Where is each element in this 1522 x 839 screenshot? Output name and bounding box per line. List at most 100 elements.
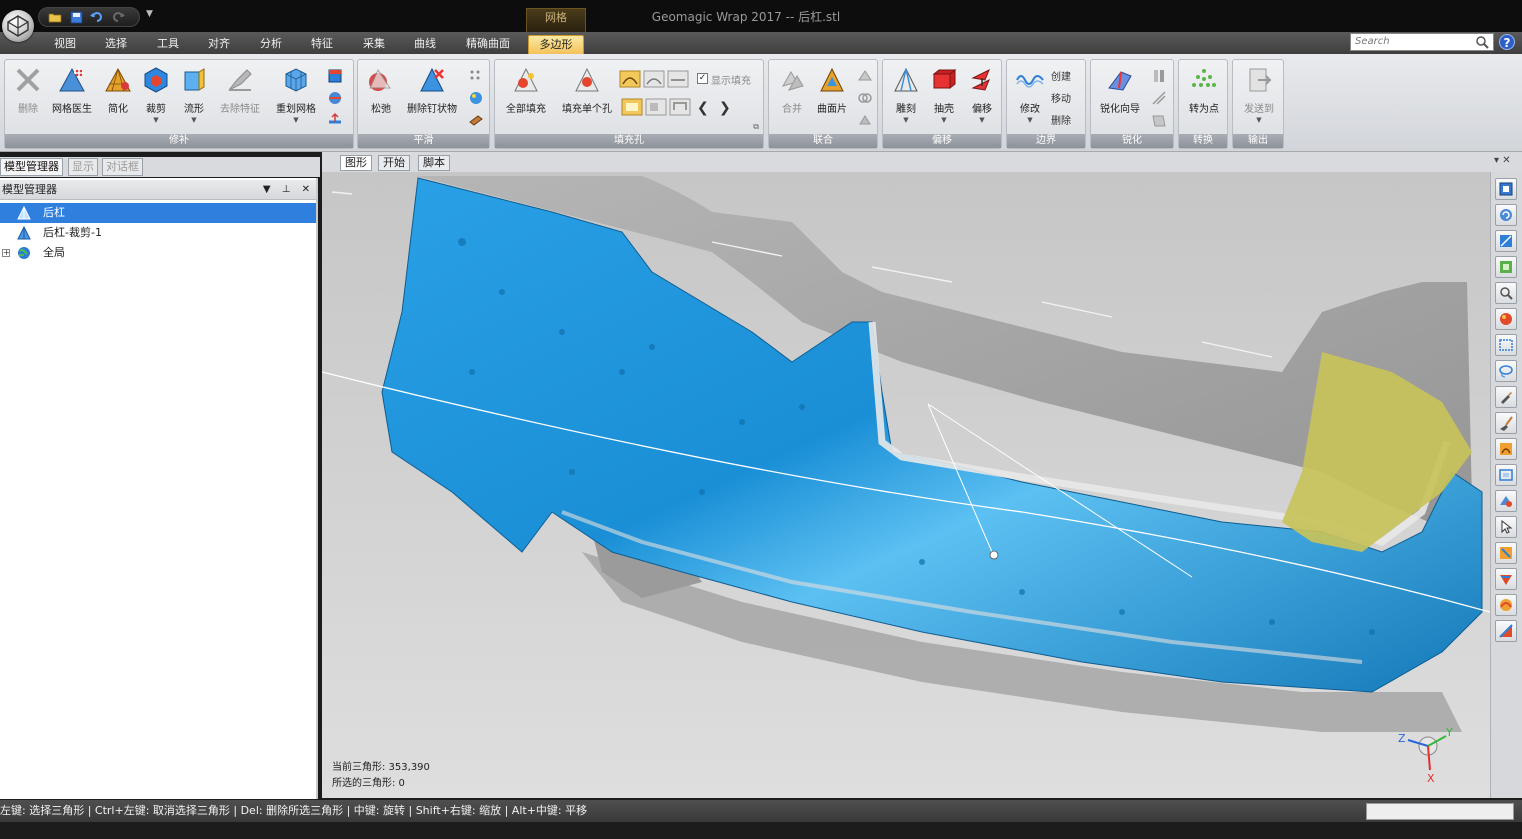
sharpen-multi-icon[interactable]: [1151, 112, 1167, 128]
select-connected-button[interactable]: [1495, 542, 1517, 564]
create-boundary-button[interactable]: 创建: [1051, 68, 1071, 83]
sharpen-extend-icon[interactable]: [1151, 68, 1167, 84]
tab-features[interactable]: 特征: [309, 35, 335, 54]
modify-boundary-dropdown-icon[interactable]: ▼: [1007, 116, 1053, 124]
surface-patch-button[interactable]: 曲面片: [809, 66, 855, 115]
zoom-button[interactable]: [1495, 282, 1517, 304]
tab-polygons[interactable]: 多边形: [528, 35, 584, 54]
fill-tangent-icon[interactable]: [643, 70, 665, 88]
normal-to-button[interactable]: [1495, 230, 1517, 252]
fill-dialog-launcher-icon[interactable]: ⧉: [753, 122, 759, 132]
offset-dropdown-icon[interactable]: ▼: [959, 116, 1005, 124]
tab-model-manager[interactable]: 模型管理器: [0, 158, 63, 176]
convert-to-points-button[interactable]: 转为点: [1181, 66, 1227, 115]
group-smooth-label: 平滑: [358, 134, 489, 148]
fill-flat-icon[interactable]: [667, 70, 689, 88]
tab-select[interactable]: 选择: [103, 35, 129, 54]
app-logo-button[interactable]: [2, 10, 34, 42]
fix-normals-icon[interactable]: [327, 112, 343, 128]
tree-item-bumper-trim[interactable]: 后杠-裁剪-1: [0, 223, 316, 243]
previous-hole-icon[interactable]: ❮: [697, 100, 709, 116]
sharpen-wizard-button[interactable]: 锐化向导: [1093, 66, 1147, 115]
select-through-button[interactable]: [1495, 464, 1517, 486]
fill-all-button[interactable]: 全部填充: [501, 66, 551, 115]
tab-graphics[interactable]: 图形: [340, 155, 372, 171]
relax-button[interactable]: 松弛: [358, 66, 404, 115]
fill-edge-icon[interactable]: [645, 98, 667, 116]
view-cube-button[interactable]: [1495, 178, 1517, 200]
lasso-select-button[interactable]: [1495, 360, 1517, 382]
tab-tools[interactable]: 工具: [155, 35, 181, 54]
rectangle-select-button[interactable]: [1495, 334, 1517, 356]
panel-menu-icon[interactable]: ▼: [263, 184, 271, 195]
graphics-viewport[interactable]: 当前三角形: 353,390 所选的三角形: 0 Z Y X: [322, 172, 1490, 798]
document-close-icon[interactable]: ▾ ✕: [1494, 155, 1511, 166]
select-backfaces-button[interactable]: [1495, 516, 1517, 538]
smooth-sphere-icon[interactable]: [468, 90, 484, 106]
fill-single-button[interactable]: 填充单个孔: [557, 66, 617, 115]
select-all-button[interactable]: [1495, 620, 1517, 642]
sandpaper-icon[interactable]: [468, 112, 484, 128]
fill-bridge-icon[interactable]: [669, 98, 691, 116]
tree-item-bumper[interactable]: 后杠: [0, 203, 316, 223]
offset-button[interactable]: 偏移 ▼: [959, 66, 1005, 124]
remesh-button[interactable]: 重划网格 ▼: [273, 66, 319, 124]
send-to-dropdown-icon[interactable]: ▼: [1236, 116, 1282, 124]
fit-view-button[interactable]: [1495, 256, 1517, 278]
fill-curvature-icon[interactable]: [619, 70, 641, 88]
custom-region-icon: [1500, 443, 1512, 455]
tab-view[interactable]: 视图: [52, 35, 78, 54]
paint-select-button[interactable]: [1495, 412, 1517, 434]
boolean-icon[interactable]: [857, 68, 873, 84]
tab-exact-surfacing[interactable]: 精确曲面: [464, 35, 512, 54]
rotate-view-button[interactable]: [1495, 204, 1517, 226]
brush-icon: [1501, 392, 1512, 404]
delete-boundary-button[interactable]: 删除: [1051, 112, 1071, 127]
tab-start[interactable]: 开始: [378, 155, 410, 171]
status-hint-text: 左键: 选择三角形 | Ctrl+左键: 取消选择三角形 | Del: 删除所选…: [0, 804, 588, 817]
next-hole-icon[interactable]: ❯: [719, 100, 731, 116]
pin-icon[interactable]: ⊥: [282, 184, 291, 195]
manifold-button[interactable]: 流形 ▼: [171, 66, 217, 124]
tab-align[interactable]: 对齐: [206, 35, 232, 54]
search-input[interactable]: Search: [1350, 33, 1494, 51]
move-boundary-button[interactable]: 移动: [1051, 90, 1071, 105]
tree-item-global[interactable]: + 全局: [0, 243, 316, 263]
tab-curves[interactable]: 曲线: [412, 35, 438, 54]
tab-script[interactable]: 脚本: [418, 155, 450, 171]
close-panel-icon[interactable]: ✕: [302, 184, 310, 195]
repair-sphere-icon[interactable]: [327, 90, 343, 106]
show-fill-checkbox[interactable]: ✓ 显示填充: [697, 72, 759, 88]
sharpen-split-icon[interactable]: [1151, 90, 1167, 106]
delete-button[interactable]: 删除: [5, 66, 51, 115]
smooth-dots-icon[interactable]: [468, 68, 484, 84]
select-by-curvature-button[interactable]: [1495, 594, 1517, 616]
stitch-icon[interactable]: [857, 90, 873, 106]
expand-icon[interactable]: +: [2, 249, 10, 257]
fill-box-icon[interactable]: [327, 68, 343, 84]
fill-complete-icon[interactable]: [621, 98, 643, 116]
select-connected-icon: [1500, 547, 1512, 559]
modify-boundary-button[interactable]: 修改 ▼: [1007, 66, 1053, 124]
remove-features-button[interactable]: 去除特征: [217, 66, 263, 115]
custom-region-button[interactable]: [1495, 438, 1517, 460]
manifold-dropdown-icon[interactable]: ▼: [171, 116, 217, 124]
tab-display[interactable]: 显示: [68, 158, 98, 176]
remesh-dropdown-icon[interactable]: ▼: [273, 116, 319, 124]
remove-spikes-button[interactable]: 删除钉状物: [404, 66, 460, 115]
lighting-button[interactable]: [1495, 308, 1517, 330]
help-icon[interactable]: ?: [1499, 34, 1515, 50]
select-by-angle-button[interactable]: [1495, 568, 1517, 590]
tab-capture[interactable]: 采集: [361, 35, 387, 54]
brush-select-button[interactable]: [1495, 386, 1517, 408]
search-icon[interactable]: [1476, 36, 1489, 49]
send-to-button[interactable]: 发送到 ▼: [1236, 66, 1282, 124]
sculpt-icon: [894, 67, 918, 92]
mesh-doctor-button[interactable]: 网格医生: [49, 66, 95, 115]
select-visible-button[interactable]: [1495, 490, 1517, 512]
group-convert-label: 转换: [1179, 134, 1227, 148]
tab-analysis[interactable]: 分析: [258, 35, 284, 54]
join-icon[interactable]: [857, 112, 873, 128]
offset-icon: [971, 68, 990, 91]
tab-dialog[interactable]: 对话框: [102, 158, 143, 176]
